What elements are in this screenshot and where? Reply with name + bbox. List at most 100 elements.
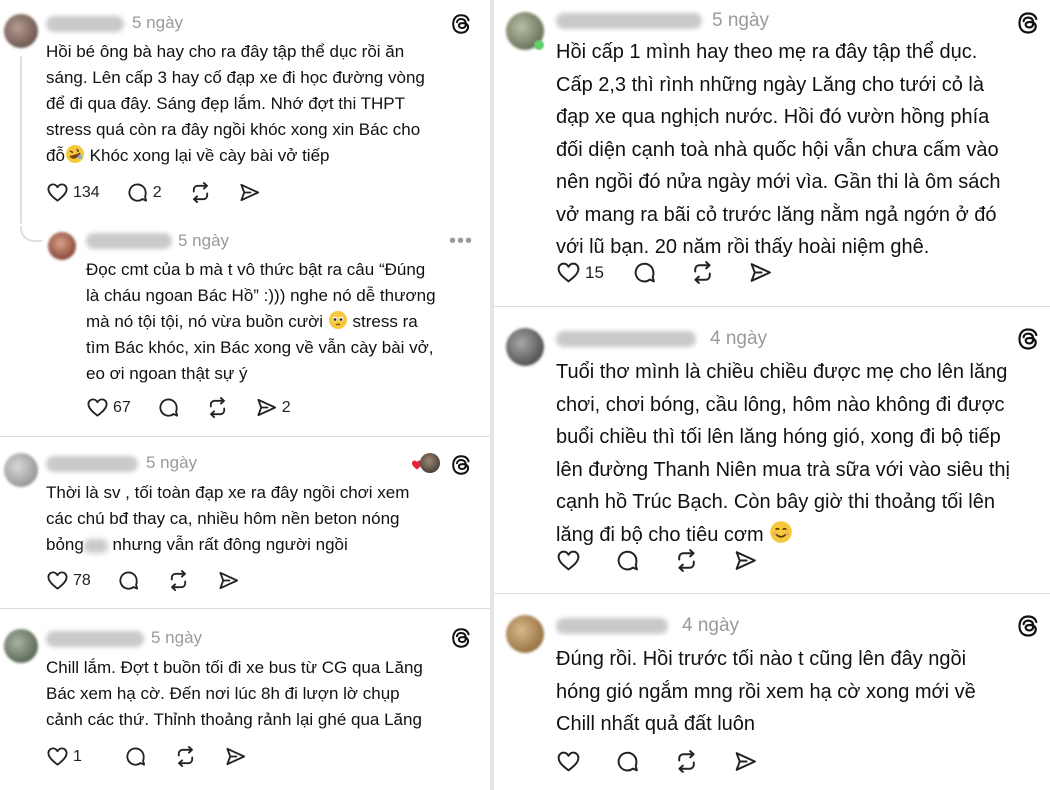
- repost-button[interactable]: [174, 745, 197, 768]
- repost-button[interactable]: [674, 548, 699, 573]
- post-time: 5 ngày: [146, 453, 198, 472]
- share-button[interactable]: [733, 548, 758, 573]
- like-count: 78: [73, 571, 91, 589]
- repost-icon: [174, 745, 197, 768]
- post-time: 5 ngày: [132, 13, 184, 32]
- threads-logo-icon[interactable]: [1016, 11, 1040, 35]
- thread-connector: [20, 56, 22, 224]
- comment-post-3: 4 ngày Đúng rồi. Hồi trước tối nào t cũn…: [494, 594, 1050, 790]
- comment-button[interactable]: [124, 745, 147, 768]
- post-text: Hồi cấp 1 mình hay theo mẹ ra đây tập th…: [556, 41, 1001, 258]
- like-count: 1: [73, 747, 82, 765]
- heart-icon: [556, 749, 581, 774]
- heart-icon: [46, 569, 69, 592]
- threads-logo-icon[interactable]: [1016, 614, 1040, 638]
- username[interactable]: [46, 631, 144, 647]
- avatar[interactable]: [506, 615, 544, 653]
- like-button[interactable]: 15: [556, 260, 604, 285]
- reply-text: Đọc cmt của b mà t vô thức bật ra câu “Đ…: [86, 260, 436, 383]
- comment-button[interactable]: [117, 569, 140, 592]
- like-button[interactable]: 134: [46, 181, 100, 204]
- heart-icon: [556, 260, 581, 285]
- heart-icon: [86, 396, 109, 419]
- comment-icon: [124, 745, 147, 768]
- avatar[interactable]: [4, 629, 38, 663]
- share-button[interactable]: [224, 745, 247, 768]
- comment-post-2: 4 ngày Tuổi thơ mình là chiều chiều được…: [494, 307, 1050, 593]
- post-time: 5 ngày: [178, 231, 230, 250]
- username[interactable]: [86, 233, 172, 249]
- pleading-emoji: [328, 311, 347, 329]
- avatar[interactable]: [48, 232, 76, 260]
- repost-button[interactable]: [690, 260, 715, 285]
- post-time: 4 ngày: [710, 328, 768, 349]
- share-icon: [733, 548, 758, 573]
- threads-logo-icon[interactable]: [450, 627, 472, 649]
- comment-button[interactable]: [157, 396, 180, 419]
- threads-logo-icon[interactable]: [1016, 327, 1040, 351]
- username[interactable]: [46, 16, 124, 32]
- share-icon: [748, 260, 773, 285]
- repost-button[interactable]: [206, 396, 229, 419]
- comment-post-2: 5 ngày Thời là sv , tối toàn đạp xe ra đ…: [0, 437, 490, 607]
- username[interactable]: [556, 618, 668, 634]
- online-dot: [534, 40, 544, 50]
- more-icon[interactable]: •••: [449, 231, 473, 251]
- like-button[interactable]: 1: [46, 745, 82, 768]
- avatar[interactable]: [4, 14, 38, 48]
- reply-actions: 67 2: [86, 396, 291, 419]
- rolling-laugh-emoji: [65, 145, 84, 163]
- username[interactable]: [556, 13, 702, 29]
- heart-icon: [556, 548, 581, 573]
- repost-icon: [206, 396, 229, 419]
- repost-button[interactable]: [674, 749, 699, 774]
- repost-icon: [189, 181, 212, 204]
- share-button[interactable]: 2: [255, 396, 291, 419]
- share-button[interactable]: [217, 569, 240, 592]
- left-screenshot-panel: 5 ngày Hồi bé ông bà hay cho ra đây tập …: [0, 0, 490, 790]
- repost-button[interactable]: [167, 569, 190, 592]
- username[interactable]: [556, 331, 696, 347]
- reply-count: 2: [152, 183, 162, 201]
- share-button[interactable]: [748, 260, 773, 285]
- post-time: 5 ngày: [151, 628, 203, 647]
- like-button[interactable]: [556, 548, 581, 573]
- comment-button[interactable]: [615, 548, 640, 573]
- like-count: 15: [585, 262, 604, 282]
- repost-button[interactable]: [189, 181, 212, 204]
- like-button[interactable]: [556, 749, 581, 774]
- like-button[interactable]: 78: [46, 569, 91, 592]
- repost-icon: [167, 569, 190, 592]
- smiling-emoji: [770, 520, 793, 543]
- threads-logo-icon[interactable]: [450, 13, 472, 35]
- comment-button[interactable]: [615, 749, 640, 774]
- avatar[interactable]: [506, 328, 544, 366]
- comment-post-1: 5 ngày Hồi bé ông bà hay cho ra đây tập …: [0, 0, 490, 232]
- post-time: 4 ngày: [682, 615, 740, 636]
- comment-icon: [157, 396, 180, 419]
- threads-logo-icon[interactable]: [450, 454, 472, 476]
- like-count: 134: [73, 183, 100, 201]
- repost-icon: [690, 260, 715, 285]
- comment-button[interactable]: 2: [126, 181, 162, 204]
- username[interactable]: [46, 456, 138, 472]
- share-button[interactable]: [733, 749, 758, 774]
- like-button[interactable]: 67: [86, 396, 131, 419]
- post-text: Tuổi thơ mình là chiều chiều được mẹ cho…: [556, 361, 1010, 546]
- share-icon: [238, 181, 261, 204]
- comment-icon: [615, 548, 640, 573]
- comment-icon: [126, 181, 149, 204]
- avatar[interactable]: [4, 453, 38, 487]
- post-time: 5 ngày: [712, 10, 770, 31]
- post-actions: 1: [46, 745, 247, 768]
- share-icon: [255, 396, 278, 419]
- share-button[interactable]: [238, 181, 261, 204]
- share-icon: [733, 749, 758, 774]
- repost-icon: [674, 548, 699, 573]
- post-text: Thời là sv , tối toàn đạp xe ra đây ngồi…: [46, 483, 410, 554]
- comment-post-1: 5 ngày Hồi cấp 1 mình hay theo mẹ ra đây…: [494, 0, 1050, 306]
- post-text: Hồi bé ông bà hay cho ra đây tập thể dục…: [46, 42, 425, 165]
- comment-button[interactable]: [632, 260, 657, 285]
- redacted-word: [83, 538, 108, 553]
- heart-icon: [46, 181, 69, 204]
